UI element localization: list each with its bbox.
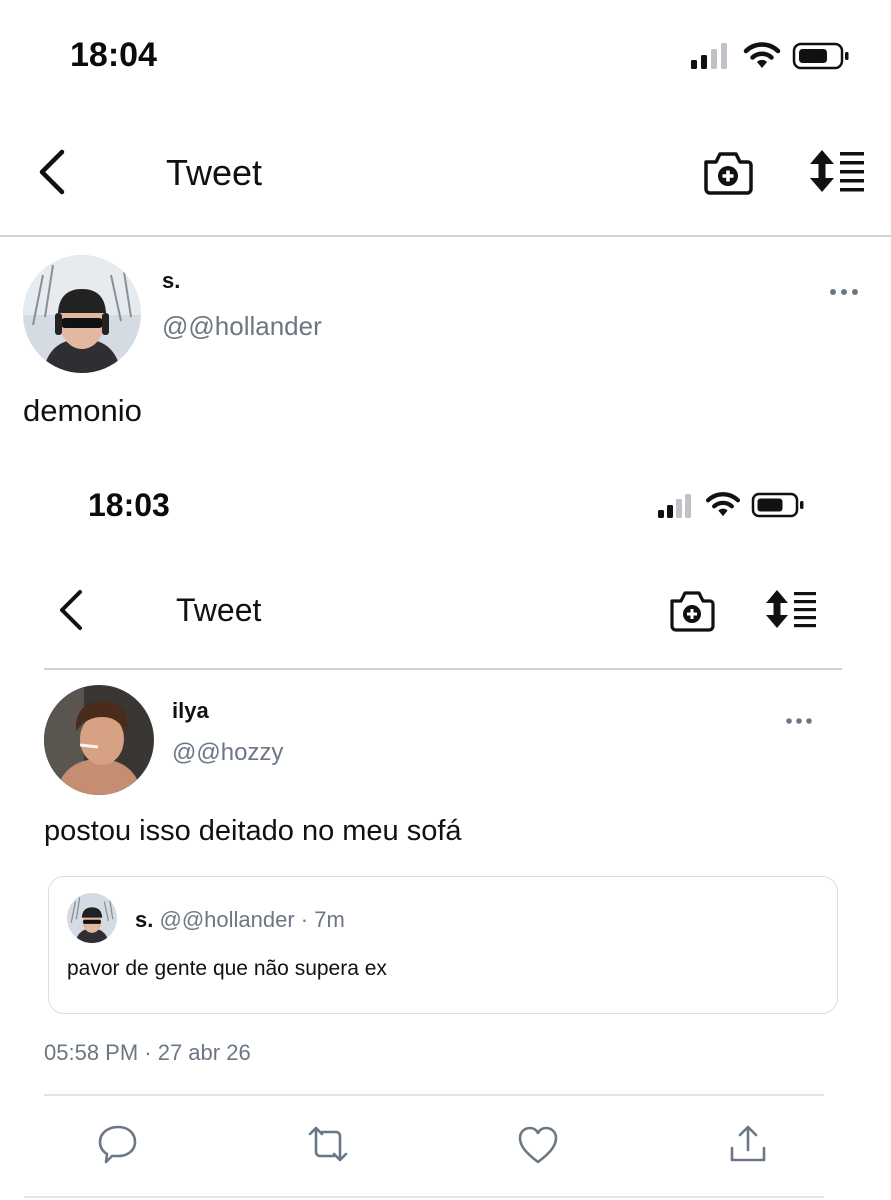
sort-list-icon[interactable]	[808, 148, 866, 194]
share-icon[interactable]	[726, 1122, 770, 1166]
battery-icon	[751, 492, 804, 518]
wifi-icon	[743, 42, 781, 68]
handle[interactable]: @@hozzy	[172, 739, 283, 767]
quoted-tweet[interactable]: s. @@hollander · 7m pavor de gente que n…	[48, 876, 838, 1014]
chevron-left-icon[interactable]	[34, 148, 70, 196]
reply-icon[interactable]	[96, 1122, 140, 1166]
avatar[interactable]	[44, 685, 154, 795]
quoted-display-name[interactable]: s.	[135, 907, 153, 932]
wifi-icon	[705, 492, 741, 517]
battery-icon	[792, 42, 849, 70]
display-name[interactable]: s.	[162, 268, 180, 294]
sort-list-icon[interactable]	[764, 588, 818, 630]
more-horizontal-icon[interactable]	[829, 287, 859, 297]
avatar-photo-icon	[23, 255, 141, 373]
camera-plus-icon[interactable]	[668, 588, 716, 632]
retweet-icon[interactable]	[304, 1124, 352, 1164]
camera-plus-icon[interactable]	[702, 148, 754, 196]
nav-title: Tweet	[166, 152, 263, 193]
avatar[interactable]	[23, 255, 141, 373]
display-name[interactable]: ilya	[172, 698, 209, 724]
signal-icon	[658, 494, 691, 518]
nav-divider	[44, 668, 842, 670]
avatar-photo-icon	[67, 893, 117, 943]
timestamp-divider	[44, 1094, 824, 1096]
avatar[interactable]	[67, 893, 117, 943]
quoted-header: s. @@hollander · 7m	[135, 907, 345, 933]
nav-divider	[0, 235, 891, 237]
tweet-timestamp: 05:58 PM · 27 abr 26	[44, 1040, 251, 1065]
chevron-left-icon[interactable]	[56, 588, 88, 632]
more-horizontal-icon[interactable]	[785, 716, 813, 726]
avatar-photo-icon	[44, 685, 154, 795]
heart-icon[interactable]	[516, 1124, 560, 1166]
tweet-text: demonio	[23, 393, 142, 428]
bottom-divider	[24, 1196, 824, 1198]
handle[interactable]: @@hollander	[162, 311, 322, 342]
nav-title: Tweet	[176, 592, 262, 628]
quoted-text: pavor de gente que não supera ex	[67, 957, 387, 980]
quoted-handle-time: @@hollander · 7m	[159, 907, 345, 932]
signal-icon	[691, 43, 727, 69]
tweet-text: postou isso deitado no meu sofá	[44, 815, 462, 847]
status-time: 18:04	[70, 36, 157, 74]
status-time: 18:03	[88, 487, 170, 523]
